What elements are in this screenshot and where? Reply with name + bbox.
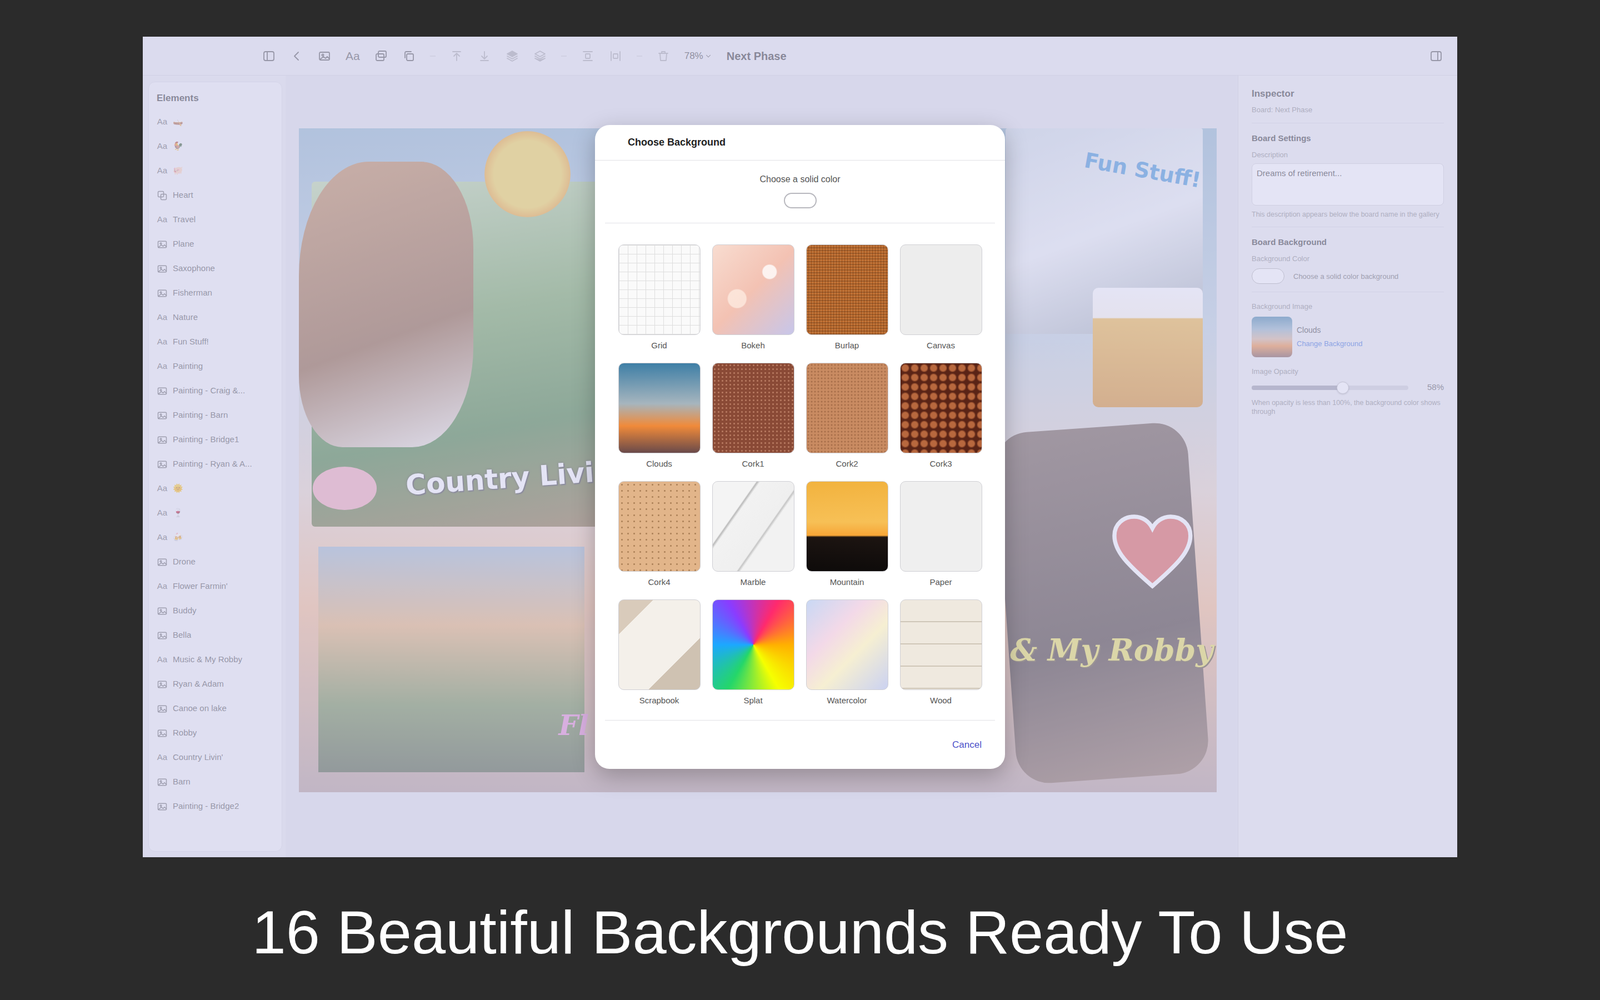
background-name: Paper (929, 577, 952, 588)
background-option[interactable]: Marble (712, 481, 795, 588)
background-option[interactable]: Cork3 (900, 362, 983, 469)
background-option[interactable]: Canvas (900, 244, 983, 351)
background-name: Watercolor (827, 695, 868, 706)
background-option[interactable]: Cork1 (712, 362, 795, 469)
background-name: Bokeh (741, 340, 765, 351)
background-preview[interactable] (712, 599, 795, 690)
background-name: Cork2 (835, 458, 858, 469)
app-window: Aa 78% Next Phase (142, 36, 1458, 858)
background-option[interactable]: Watercolor (806, 599, 889, 706)
solid-color-swatch[interactable] (783, 192, 817, 209)
background-preview[interactable] (806, 244, 889, 335)
dialog-title: Choose Background (595, 125, 1005, 161)
background-option[interactable]: Bokeh (712, 244, 795, 351)
background-name: Grid (651, 340, 667, 351)
background-name: Cork3 (929, 458, 952, 469)
caption: 16 Beautiful Backgrounds Ready To Use (251, 888, 1348, 969)
background-option[interactable]: Wood (900, 599, 983, 706)
background-name: Canvas (926, 340, 955, 351)
background-preview[interactable] (806, 362, 889, 454)
background-preview[interactable] (618, 599, 701, 690)
background-option[interactable]: Splat (712, 599, 795, 706)
solid-color-label: Choose a solid color (760, 172, 841, 187)
cancel-button[interactable]: Cancel (950, 734, 984, 756)
background-option[interactable]: Grid (618, 244, 701, 351)
background-preview[interactable] (618, 362, 701, 454)
background-preview[interactable] (618, 244, 701, 335)
background-preview[interactable] (712, 362, 795, 454)
background-option[interactable]: Clouds (618, 362, 701, 469)
background-name: Burlap (835, 340, 859, 351)
background-preview[interactable] (900, 599, 983, 690)
background-preview[interactable] (618, 481, 701, 572)
background-name: Wood (930, 695, 952, 706)
background-preview[interactable] (806, 599, 889, 690)
background-name: Scrapbook (639, 695, 680, 706)
background-name: Mountain (830, 577, 865, 588)
background-preview[interactable] (806, 481, 889, 572)
background-name: Splat (743, 695, 763, 706)
background-option[interactable]: Burlap (806, 244, 889, 351)
background-preview[interactable] (712, 481, 795, 572)
background-name: Cork1 (741, 458, 764, 469)
modal-backdrop: Choose Background Choose a solid color G… (142, 36, 1458, 858)
background-option[interactable]: Mountain (806, 481, 889, 588)
background-option[interactable]: Paper (900, 481, 983, 588)
background-name: Clouds (646, 458, 673, 469)
background-option[interactable]: Cork2 (806, 362, 889, 469)
background-preview[interactable] (712, 244, 795, 335)
background-preview[interactable] (900, 244, 983, 335)
choose-background-dialog: Choose Background Choose a solid color G… (595, 125, 1005, 769)
background-name: Cork4 (647, 577, 670, 588)
background-preview[interactable] (900, 481, 983, 572)
background-name: Marble (740, 577, 767, 588)
background-option[interactable]: Cork4 (618, 481, 701, 588)
background-option[interactable]: Scrapbook (618, 599, 701, 706)
background-preview[interactable] (900, 362, 983, 454)
